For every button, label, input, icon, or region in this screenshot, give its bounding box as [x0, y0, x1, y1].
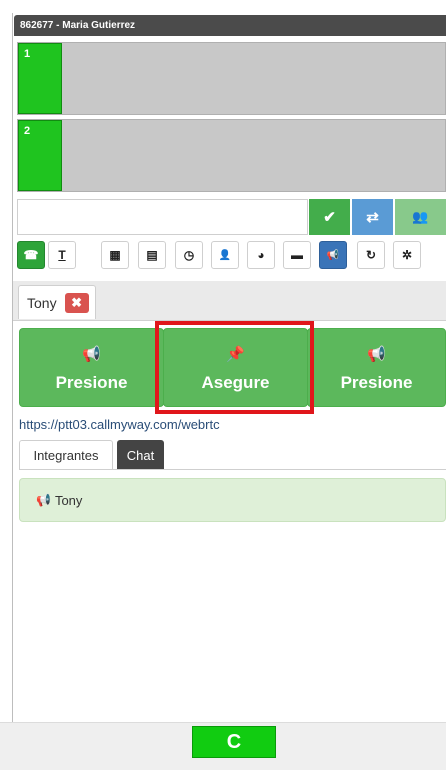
list-item[interactable]: 📢 Tony [19, 478, 446, 522]
caller-title: 862677 - Maria Gutierrez [20, 20, 136, 31]
highlight-box [155, 321, 314, 414]
channel-tabs: Tony ✖ [13, 281, 446, 321]
line-1[interactable]: 1 [17, 42, 446, 115]
conference-icon: 👥 [412, 209, 429, 224]
function-toolbar: ☎ T ▦ ▤ ◷ 👤 ◕ ▬ 📢 ↻ ✲ [17, 241, 446, 273]
list-icon[interactable]: ▤ [138, 241, 166, 269]
transfer-icon: ⇄ [366, 209, 379, 226]
ptt-label: Presione [340, 373, 413, 392]
chat-icon[interactable]: ▬ [283, 241, 311, 269]
refresh-icon: C [226, 730, 242, 753]
megaphone-icon: 📢 [36, 493, 51, 507]
confirm-button[interactable]: ✔ [309, 199, 350, 235]
ptt-label: Presione [55, 373, 128, 392]
channel-tab-label: Tony [27, 294, 57, 311]
tab-chat-label: Chat [126, 447, 155, 463]
caller-header: 862677 - Maria Gutierrez [14, 15, 446, 36]
tab-chat[interactable]: Chat [117, 440, 164, 470]
server-url[interactable]: https://ptt03.callmyway.com/webrtc [19, 417, 220, 432]
keypad-icon[interactable]: ▦ [101, 241, 129, 269]
text-icon[interactable]: T [48, 241, 76, 269]
conference-button[interactable]: 👥 [395, 199, 446, 235]
check-icon: ✔ [323, 209, 336, 226]
close-icon[interactable]: ✖ [64, 292, 89, 313]
line-1-number: 1 [24, 48, 31, 60]
clock-icon[interactable]: ◷ [175, 241, 203, 269]
tab-integrantes-label: Integrantes [33, 448, 99, 463]
dial-input[interactable] [17, 199, 308, 235]
globe-icon[interactable]: ◕ [247, 241, 275, 269]
megaphone-icon[interactable]: 📢 [319, 241, 347, 269]
line-2-indicator[interactable]: 2 [18, 120, 62, 191]
line-1-indicator[interactable]: 1 [18, 43, 62, 114]
push-to-talk-button-right[interactable]: 📢 Presione [307, 328, 446, 407]
member-name: Tony [54, 492, 83, 508]
transfer-button[interactable]: ⇄ [352, 199, 393, 235]
settings-icon[interactable]: ✲ [393, 241, 421, 269]
line-2-number: 2 [24, 125, 31, 137]
share-icon[interactable]: ↻ [357, 241, 385, 269]
line-2[interactable]: 2 [17, 119, 446, 192]
megaphone-icon: 📢 [82, 346, 101, 363]
channel-tab-tony[interactable]: Tony ✖ [18, 285, 96, 319]
refresh-button[interactable]: C [192, 726, 276, 758]
contact-icon[interactable]: 👤 [211, 241, 239, 269]
tab-integrantes[interactable]: Integrantes [19, 440, 113, 470]
push-to-talk-button-left[interactable]: 📢 Presione [19, 328, 164, 407]
megaphone-icon: 📢 [367, 346, 386, 363]
phone-icon[interactable]: ☎ [17, 241, 45, 269]
tab-divider [19, 469, 446, 470]
